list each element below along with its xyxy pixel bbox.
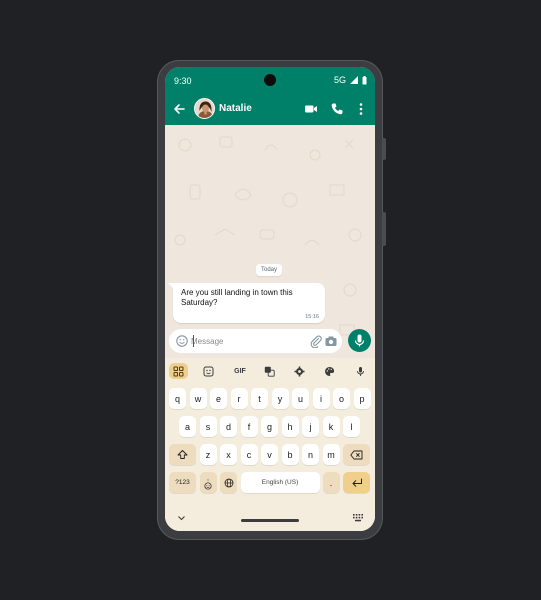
contact-photo bbox=[195, 99, 214, 118]
attach-icon[interactable] bbox=[309, 334, 323, 348]
gif-button[interactable]: GIF bbox=[229, 363, 251, 379]
microphone-icon bbox=[357, 366, 364, 376]
message-input[interactable] bbox=[191, 333, 301, 349]
translate-button[interactable] bbox=[260, 363, 279, 379]
palette-icon bbox=[325, 366, 335, 376]
backspace-key[interactable] bbox=[343, 444, 370, 465]
date-divider: Today bbox=[256, 264, 283, 276]
key-w[interactable]: w bbox=[189, 388, 207, 409]
key-u[interactable]: u bbox=[292, 388, 309, 409]
shift-icon bbox=[177, 450, 188, 459]
phone-screen: 9:30 5G Natalie Today Are you still land… bbox=[165, 67, 375, 531]
front-camera bbox=[264, 74, 276, 86]
microphone-icon bbox=[354, 334, 365, 347]
network-type: 5G bbox=[333, 75, 346, 85]
key-p[interactable]: p bbox=[353, 388, 371, 409]
key-g[interactable]: g bbox=[261, 416, 278, 437]
system-navigation-bar bbox=[165, 507, 375, 531]
grid-icon bbox=[173, 366, 184, 376]
key-f[interactable]: f bbox=[240, 416, 258, 437]
message-text: Are you still landing in town this Satur… bbox=[181, 288, 293, 307]
battery-icon bbox=[362, 75, 367, 84]
wallpaper-doodle-pattern bbox=[174, 136, 362, 348]
contact-avatar[interactable] bbox=[194, 98, 215, 119]
emoji-comma-key[interactable]: , bbox=[199, 472, 217, 493]
key-e[interactable]: e bbox=[210, 388, 227, 409]
key-c[interactable]: c bbox=[240, 444, 258, 465]
power-button bbox=[382, 138, 386, 160]
sticker-icon bbox=[203, 366, 214, 376]
key-z[interactable]: z bbox=[199, 444, 217, 465]
message-timestamp: 15:16 bbox=[305, 314, 319, 320]
key-h[interactable]: h bbox=[281, 416, 299, 437]
enter-icon bbox=[352, 478, 362, 487]
key-n[interactable]: n bbox=[302, 444, 319, 465]
key-m[interactable]: m bbox=[322, 444, 340, 465]
keyboard-switch-icon[interactable] bbox=[353, 514, 363, 522]
on-screen-keyboard: GIF q w e r t y u i o p a s d f g h j k … bbox=[165, 358, 375, 531]
volume-button bbox=[382, 212, 386, 246]
period-key[interactable]: . bbox=[322, 472, 340, 493]
key-q[interactable]: q bbox=[169, 388, 186, 409]
camera-icon[interactable] bbox=[324, 334, 338, 348]
key-k[interactable]: k bbox=[322, 416, 340, 437]
key-i[interactable]: i bbox=[312, 388, 330, 409]
gear-icon bbox=[294, 366, 305, 376]
theme-button[interactable] bbox=[320, 363, 339, 379]
bubble-tail bbox=[168, 283, 174, 289]
signal-icon bbox=[350, 76, 358, 84]
key-x[interactable]: x bbox=[220, 444, 237, 465]
keyboard-apps-button[interactable] bbox=[169, 363, 188, 379]
symbols-key[interactable]: ?123 bbox=[169, 472, 196, 493]
space-bar[interactable]: English (US) bbox=[240, 472, 320, 493]
key-r[interactable]: r bbox=[230, 388, 248, 409]
more-options-icon[interactable] bbox=[353, 101, 369, 117]
voice-typing-button[interactable] bbox=[351, 363, 370, 379]
emoji-icon[interactable] bbox=[175, 334, 189, 348]
sticker-button[interactable] bbox=[199, 363, 218, 379]
text-cursor bbox=[193, 335, 194, 347]
contact-name[interactable]: Natalie bbox=[219, 103, 252, 114]
voice-message-button[interactable] bbox=[348, 329, 371, 352]
back-arrow-icon[interactable] bbox=[171, 101, 187, 117]
chat-area[interactable]: Today Are you still landing in town this… bbox=[165, 125, 375, 358]
shift-key[interactable] bbox=[169, 444, 196, 465]
key-y[interactable]: y bbox=[271, 388, 289, 409]
status-bar: 9:30 5G bbox=[165, 67, 375, 93]
key-j[interactable]: j bbox=[302, 416, 319, 437]
key-s[interactable]: s bbox=[199, 416, 217, 437]
globe-icon bbox=[224, 478, 233, 487]
keyboard-settings-button[interactable] bbox=[290, 363, 309, 379]
voice-call-icon[interactable] bbox=[329, 101, 345, 117]
key-t[interactable]: t bbox=[251, 388, 268, 409]
chat-header: Natalie bbox=[165, 93, 375, 125]
key-b[interactable]: b bbox=[281, 444, 299, 465]
key-d[interactable]: d bbox=[220, 416, 237, 437]
backspace-icon bbox=[350, 450, 363, 459]
hide-keyboard-chevron-icon[interactable] bbox=[177, 515, 186, 522]
key-l[interactable]: l bbox=[343, 416, 360, 437]
translate-icon bbox=[264, 366, 275, 377]
key-o[interactable]: o bbox=[333, 388, 350, 409]
key-a[interactable]: a bbox=[179, 416, 196, 437]
enter-key[interactable] bbox=[343, 472, 370, 493]
message-bubble-incoming[interactable]: Are you still landing in town this Satur… bbox=[168, 283, 325, 323]
emoji-icon bbox=[204, 481, 212, 490]
status-time: 9:30 bbox=[174, 76, 192, 86]
language-key[interactable] bbox=[220, 472, 237, 493]
status-icons: 5G bbox=[334, 75, 367, 85]
message-composer[interactable] bbox=[169, 329, 342, 353]
key-v[interactable]: v bbox=[261, 444, 278, 465]
video-call-icon[interactable] bbox=[303, 101, 319, 117]
gesture-handle[interactable] bbox=[241, 519, 299, 522]
